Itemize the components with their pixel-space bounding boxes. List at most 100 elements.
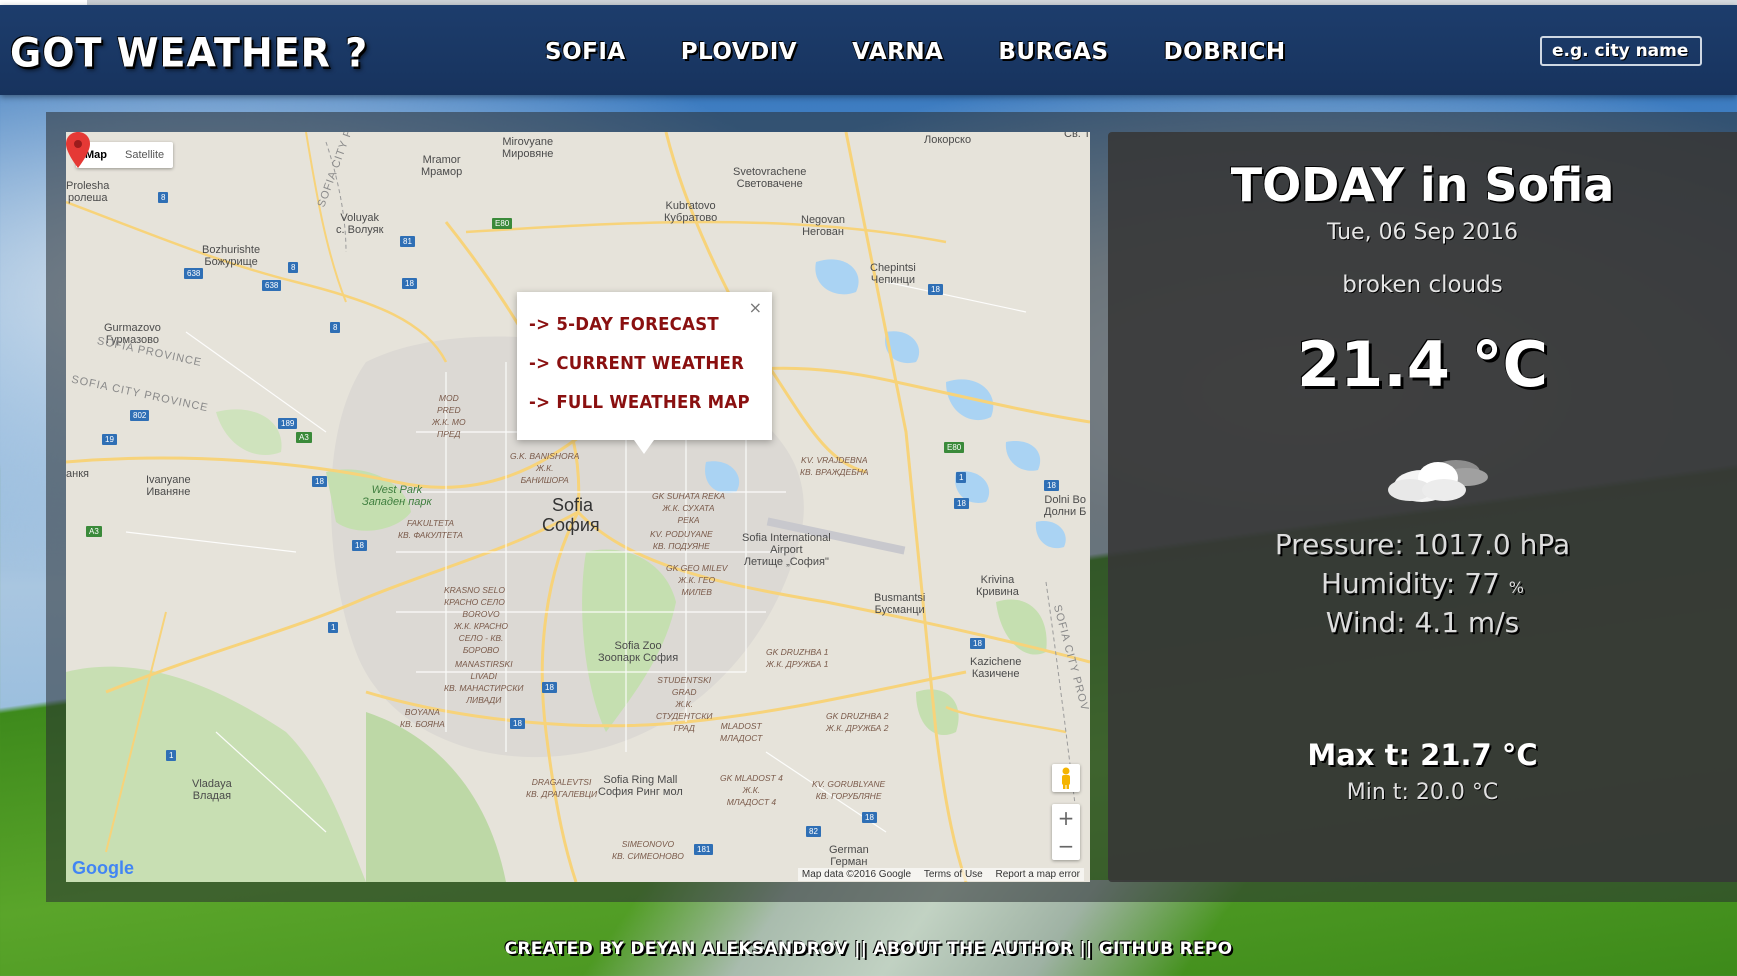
map-label: Св. Т bbox=[1064, 132, 1090, 140]
map-label: MLADOST МЛАДОСТ bbox=[720, 721, 763, 743]
footer-created-by-link[interactable]: CREATED BY DEYAN ALEKSANDROV bbox=[505, 939, 848, 959]
road-badge: 18 bbox=[928, 284, 943, 295]
road-badge: 18 bbox=[862, 812, 877, 823]
popup-link-5day-forecast[interactable]: -> 5-DAY FORECAST bbox=[529, 314, 719, 335]
map-label: STUDENTSKI GRAD Ж.К. СТУДЕНТСКИ ГРАД bbox=[656, 675, 713, 733]
popup-link-full-weather-map[interactable]: -> FULL WEATHER MAP bbox=[529, 392, 750, 413]
nav-link-sofia[interactable]: SOFIA bbox=[545, 39, 626, 65]
nav-link-dobrich[interactable]: DOBRICH bbox=[1164, 39, 1286, 65]
map-type-control: Map Satellite bbox=[76, 142, 174, 168]
footer-separator: || bbox=[847, 939, 874, 959]
location-pin-icon[interactable] bbox=[66, 132, 90, 168]
min-temperature-unit: °C bbox=[1471, 780, 1499, 805]
map-city-label-cyrillic: София bbox=[542, 515, 600, 535]
street-view-pegman-icon[interactable] bbox=[1052, 764, 1080, 792]
zoom-in-button[interactable]: + bbox=[1052, 804, 1080, 832]
road-badge: 8 bbox=[158, 192, 169, 203]
road-badge: 802 bbox=[130, 410, 150, 421]
weather-date: Tue, 06 Sep 2016 bbox=[1327, 220, 1518, 245]
map-label: Krivina Кривина bbox=[976, 574, 1019, 598]
road-badge: 18 bbox=[402, 278, 417, 289]
map-label: GK DRUZHBA 1 Ж.К. ДРУЖБА 1 bbox=[766, 647, 829, 669]
map-label: Sofia Zoo Зоопарк София bbox=[598, 640, 679, 664]
map-label: Chepintsi Чепинци bbox=[870, 262, 916, 286]
map-label: GK MLADOST 4 Ж.К. МЛАДОСТ 4 bbox=[720, 773, 783, 807]
road-badge: 18 bbox=[954, 498, 969, 509]
map-label: Vladaya Владая bbox=[192, 778, 232, 802]
map-label: KV. VRAJDEBNA КВ. ВРАЖДЕБНА bbox=[800, 455, 869, 477]
road-badge: 19 bbox=[102, 434, 117, 445]
map-attribution: Map data ©2016 Google Terms of Use Repor… bbox=[797, 868, 1084, 881]
map-data-attribution: Map data ©2016 Google bbox=[801, 869, 912, 880]
nav-link-varna[interactable]: VARNA bbox=[852, 39, 943, 65]
road-badge: 18 bbox=[542, 682, 557, 693]
road-badge: 189 bbox=[278, 418, 298, 429]
report-map-error-link[interactable]: Report a map error bbox=[996, 869, 1080, 880]
road-badge: 8 bbox=[288, 262, 299, 273]
weather-panel: TODAY in Sofia Tue, 06 Sep 2016 broken c… bbox=[1108, 132, 1737, 882]
map-label: KRASNO SELO КРАСНО СЕЛО bbox=[444, 585, 505, 607]
terms-of-use-link[interactable]: Terms of Use bbox=[924, 869, 983, 880]
google-map[interactable]: Map Satellite Mirovyane Мировяне Mramor … bbox=[66, 132, 1090, 882]
temperature-value: 21.4 bbox=[1296, 328, 1450, 401]
map-label: BOYANA КВ. БОЯНА bbox=[400, 707, 445, 729]
map-label: GK GEO MILEV Ж.К. ГЕО МИЛЕВ bbox=[666, 563, 728, 597]
footer-separator: || bbox=[1073, 939, 1099, 959]
popup-link-current-weather[interactable]: -> CURRENT WEATHER bbox=[529, 353, 744, 374]
humidity-value: Humidity: 77 bbox=[1321, 567, 1500, 600]
map-label: Mirovyane Мировяне bbox=[502, 136, 554, 160]
min-temperature: Min t: 20.0 °C bbox=[1108, 780, 1737, 805]
map-label: анкя bbox=[66, 468, 89, 480]
map-label: BOROVO Ж.К. КРАСНО СЕЛО - КВ. БОРОВО bbox=[454, 609, 508, 655]
site-header: GOT WEATHER ? SOFIA PLOVDIV VARNA BURGAS… bbox=[0, 5, 1737, 95]
map-label: Svetovrachene Световачене bbox=[733, 166, 807, 190]
road-badge: A3 bbox=[86, 526, 102, 537]
site-logo[interactable]: GOT WEATHER ? bbox=[10, 30, 368, 76]
footer-github-repo-link[interactable]: GITHUB REPO bbox=[1099, 939, 1233, 959]
weather-description: broken clouds bbox=[1342, 272, 1503, 298]
map-label: Bozhurishte Божурище bbox=[202, 244, 261, 268]
nav-link-plovdiv[interactable]: PLOVDIV bbox=[681, 39, 797, 65]
current-temperature: 21.4 °C bbox=[1108, 328, 1737, 401]
google-logo[interactable]: Google bbox=[72, 858, 134, 879]
max-temperature: Max t: 21.7 °C bbox=[1108, 738, 1737, 772]
footer-about-author-link[interactable]: ABOUT THE AUTHOR bbox=[873, 939, 1073, 959]
map-label: Локорско bbox=[924, 134, 972, 146]
google-logo-text: Google bbox=[72, 858, 134, 878]
wind-stat: Wind: 4.1 m/s bbox=[1325, 606, 1520, 639]
map-label: DRAGALEVTSI КВ. ДРАГАЛЕВЦИ bbox=[526, 777, 598, 799]
zoom-out-button[interactable]: − bbox=[1052, 832, 1080, 860]
map-label: G.K. BANISHORA Ж.К. БАНИШОРА bbox=[510, 451, 580, 485]
map-info-popup: × -> 5-DAY FORECAST -> CURRENT WEATHER -… bbox=[517, 292, 772, 454]
road-badge: 81 bbox=[400, 236, 415, 247]
map-label: Sofia Ring Mall София Ринг мол bbox=[598, 774, 683, 798]
popup-close-icon[interactable]: × bbox=[749, 298, 762, 317]
road-badge: 8 bbox=[330, 322, 341, 333]
map-label: KV. PODUYANE КВ. ПОДУЯНЕ bbox=[650, 529, 713, 551]
zoom-control: + − bbox=[1052, 804, 1080, 860]
road-badge: E80 bbox=[944, 442, 965, 453]
city-nav: SOFIA PLOVDIV VARNA BURGAS DOBRICH bbox=[545, 39, 1341, 65]
broken-clouds-icon bbox=[1388, 460, 1488, 502]
map-label: Kazichene Казичене bbox=[970, 656, 1022, 680]
map-label: West Park Западен парк bbox=[362, 484, 432, 508]
road-badge: A3 bbox=[296, 432, 312, 443]
road-badge: 18 bbox=[352, 540, 367, 551]
road-badge: 18 bbox=[970, 638, 985, 649]
road-badge: 1 bbox=[956, 472, 967, 483]
max-temperature-value: Max t: 21.7 bbox=[1307, 738, 1492, 772]
city-search-input[interactable] bbox=[1540, 36, 1702, 66]
min-temperature-value: Min t: 20.0 bbox=[1346, 780, 1465, 805]
map-label: Dolni Bo Долни Б bbox=[1044, 494, 1087, 518]
map-type-satellite-button[interactable]: Satellite bbox=[116, 142, 173, 168]
map-label: German Герман bbox=[829, 844, 869, 868]
road-badge: 181 bbox=[694, 844, 714, 855]
map-label: Sofia International Airport Летище „Софи… bbox=[742, 532, 831, 568]
road-badge: 638 bbox=[184, 268, 204, 279]
site-footer: CREATED BY DEYAN ALEKSANDROV || ABOUT TH… bbox=[0, 939, 1737, 959]
road-badge: 638 bbox=[262, 280, 282, 291]
road-badge: E80 bbox=[492, 218, 513, 229]
temperature-unit: °C bbox=[1471, 328, 1549, 401]
nav-link-burgas[interactable]: BURGAS bbox=[998, 39, 1108, 65]
max-temperature-unit: °C bbox=[1501, 738, 1538, 772]
